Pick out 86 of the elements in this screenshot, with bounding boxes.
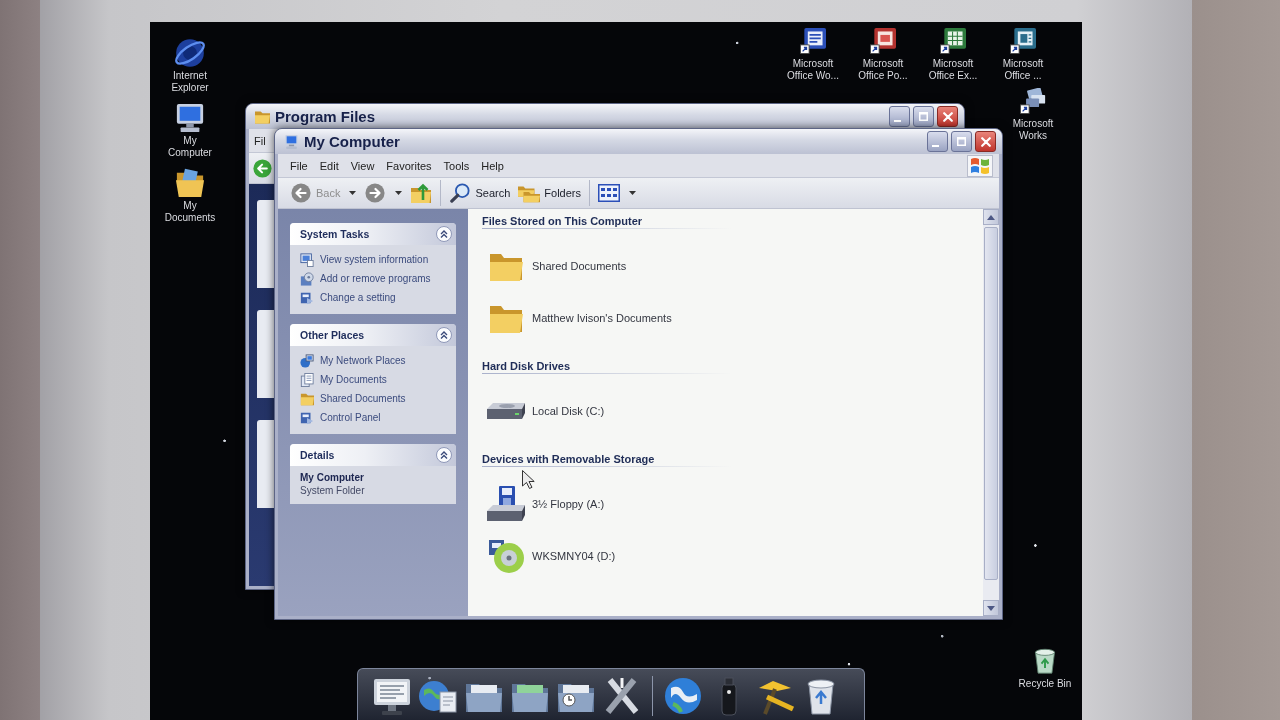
up-caret-icon [987,214,995,220]
task-link[interactable]: My Network Places [300,352,406,369]
panel-title: Details [300,449,335,461]
close-button[interactable] [975,131,996,152]
menu-item[interactable]: Favorites [380,157,438,174]
task-link[interactable]: Change a setting [300,289,396,306]
task-link[interactable]: My Documents [300,371,387,388]
computer-icon [175,103,205,133]
floppy-drive-icon [486,486,526,522]
control-panel-icon [300,410,314,425]
chevron-icon[interactable] [436,327,452,343]
desktop-shortcut[interactable]: Internet Explorer [162,38,218,94]
scroll-down-button[interactable] [983,600,999,616]
minimize-button[interactable] [927,131,948,152]
globe-icon[interactable] [663,676,703,716]
desktop-shortcut[interactable]: My Computer [162,103,218,159]
menu-item[interactable]: Tools [437,157,476,174]
desktop-shortcut[interactable]: My Documents [162,168,218,224]
desktop-shortcut[interactable]: Microsoft Office ... [990,28,1056,82]
hard-disk-icon [486,402,526,420]
minimize-icon [894,119,901,122]
pointer-icon [522,470,535,489]
folder-icon [489,251,523,281]
panel-title: System Tasks [300,228,370,240]
spreadsheet-tile-icon [940,28,966,54]
documents-icon [300,372,314,387]
control-panel-icon [300,290,314,305]
drive-item[interactable]: WKSMNY04 (D:) [486,538,616,574]
minimize-icon [932,144,939,147]
close-button[interactable] [937,106,958,127]
desktop-shortcut[interactable]: Microsoft Office Wo... [780,28,846,82]
window-title: Program Files [275,108,376,125]
task-link[interactable]: Add or remove programs [300,270,431,287]
details-description: System Folder [300,485,365,496]
slide-tile-icon [870,28,896,54]
maximize-icon [919,112,928,121]
folder-item[interactable]: Shared Documents [486,248,627,284]
task-link[interactable]: Control Panel [300,409,381,426]
drive-item[interactable]: 3½ Floppy (A:) [486,486,605,522]
chevron-icon[interactable] [436,226,452,242]
window-title: My Computer [304,133,400,150]
drive-item[interactable]: Local Disk (C:) [486,393,605,429]
maximize-icon [957,137,966,146]
desktop-shortcut[interactable]: Microsoft Works [1000,88,1066,142]
folders-button[interactable]: Folders [515,180,584,206]
monitor-icon[interactable] [372,676,412,716]
papers-icon [1020,88,1046,114]
computer-icon [284,134,299,149]
up-folder-icon [410,183,433,203]
folder-icon [255,109,270,124]
close-icon [942,111,953,122]
programs-icon [300,271,314,286]
network-icon [300,353,314,368]
task-link[interactable]: View system information [300,251,429,268]
cd-icon [487,538,525,574]
views-icon [598,183,620,203]
down-caret-icon [987,605,995,611]
desktop-shortcut[interactable]: Microsoft Office Ex... [920,28,986,82]
folder-icon [489,303,523,333]
menu-item[interactable]: File [284,157,314,174]
recycle-bin-icon [1032,648,1058,674]
folder-item[interactable]: Matthew Ivison's Documents [486,300,672,336]
menu-item[interactable]: View [344,157,381,174]
search-button[interactable]: Search [446,180,514,206]
menu-item[interactable]: Edit [313,157,345,174]
document-tile-icon [800,28,826,54]
scroll-up-button[interactable] [983,209,999,225]
search-icon [449,183,472,203]
task-link[interactable]: Shared Documents [300,390,406,407]
menu-item[interactable]: Help [475,157,510,174]
desktop-shortcut[interactable]: Microsoft Office Po... [850,28,916,82]
close-icon [980,136,991,147]
maximize-button[interactable] [951,131,972,152]
panel-title: Other Places [300,329,365,341]
documents-folder-icon [175,168,205,198]
page-tile-icon [1010,28,1036,54]
chevron-icon[interactable] [436,447,452,463]
menu-item[interactable]: Fil [251,132,269,149]
planet-icon [175,38,205,68]
desktop-shortcut[interactable]: Recycle Bin [1010,648,1080,690]
folder-icon [300,391,314,406]
system-info-icon [300,252,314,267]
scrollbar-thumb[interactable] [984,227,998,580]
minimize-button[interactable] [889,106,910,127]
details-name: My Computer [300,472,364,483]
maximize-button[interactable] [913,106,934,127]
